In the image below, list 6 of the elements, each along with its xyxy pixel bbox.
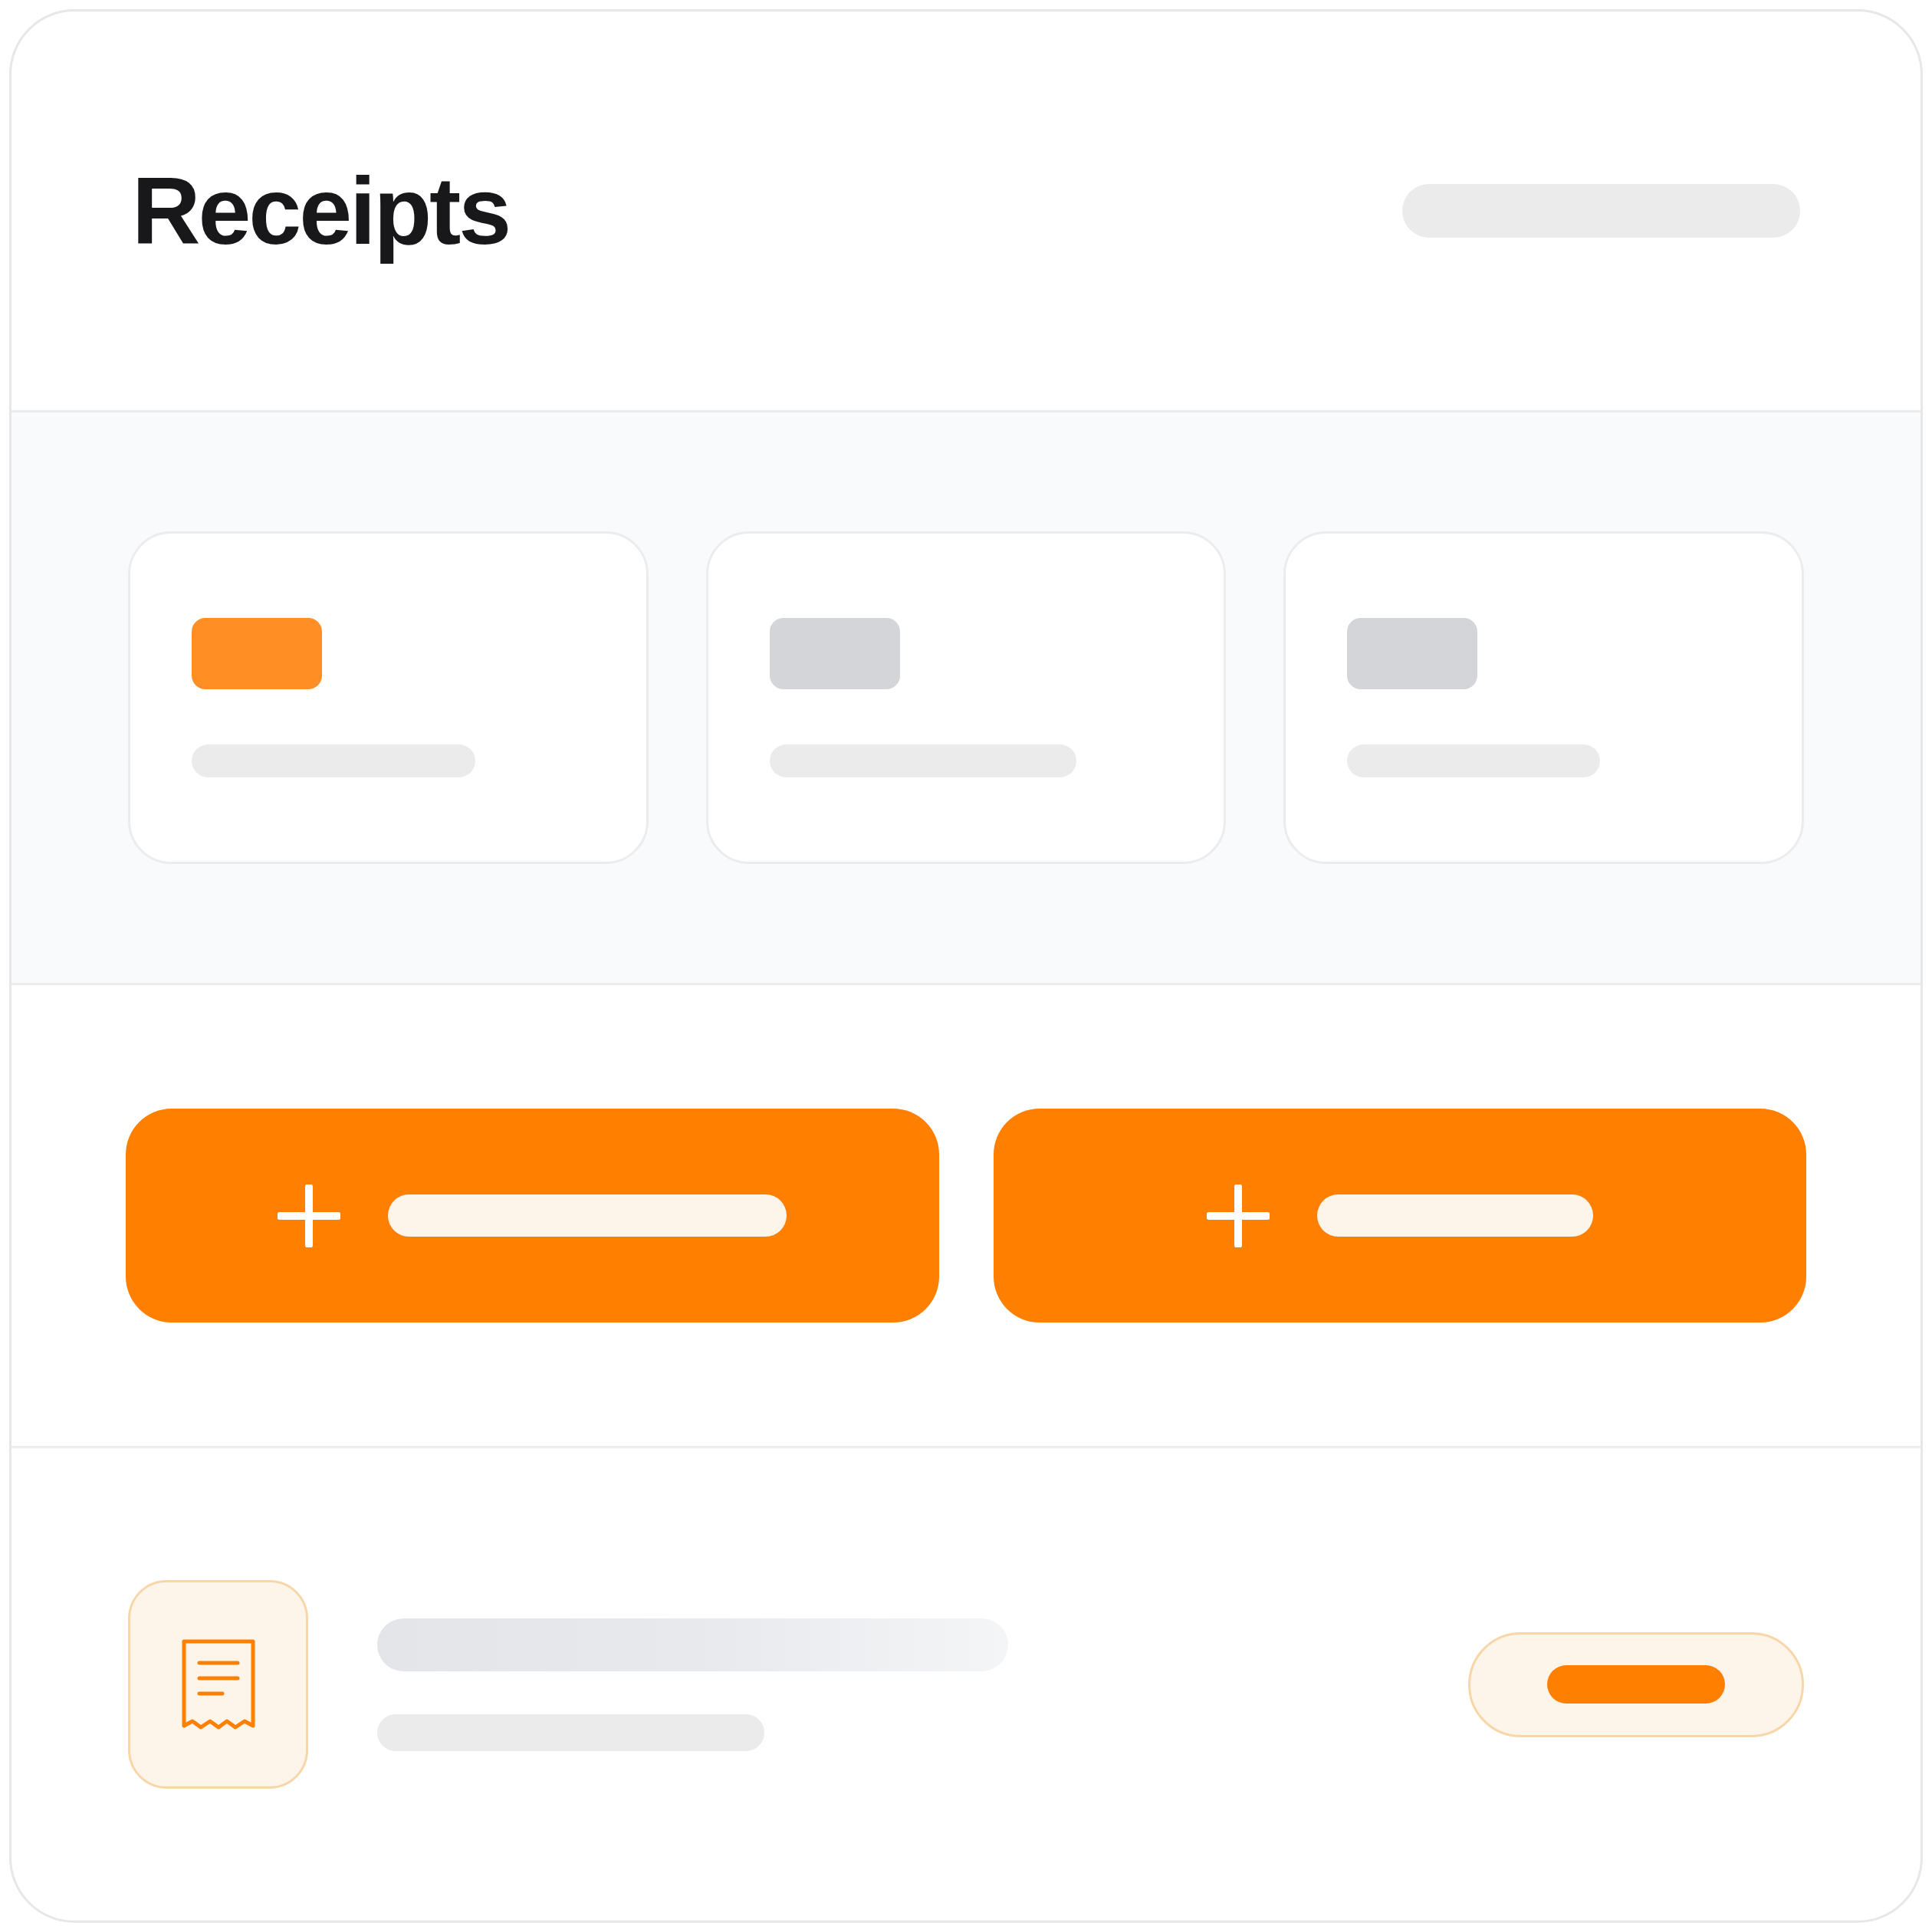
page-title: Receipts	[132, 157, 510, 265]
plus-icon	[1206, 1184, 1270, 1247]
receipt-icon	[180, 1638, 256, 1730]
add-button[interactable]	[126, 1109, 939, 1322]
plus-icon	[278, 1184, 341, 1247]
add-button[interactable]	[993, 1109, 1806, 1322]
